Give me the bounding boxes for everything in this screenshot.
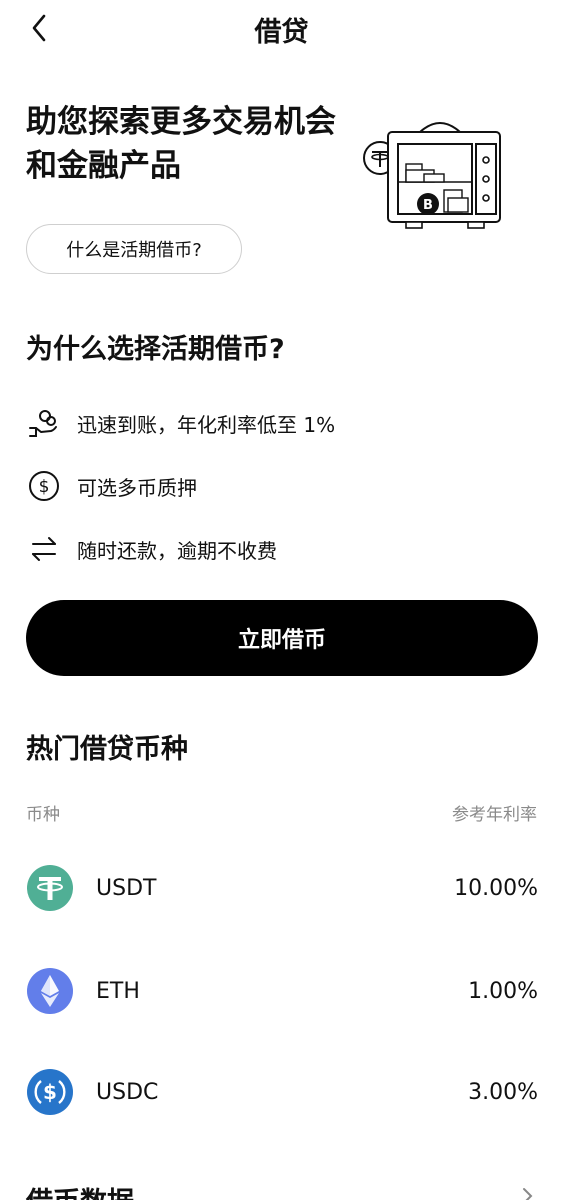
feature-text: 迅速到账，年化利率低至 1% — [77, 412, 336, 437]
column-header-coin: 币种 — [26, 805, 60, 825]
coins-hand-icon — [26, 405, 62, 441]
swap-arrows-icon — [26, 531, 62, 567]
svg-text:$: $ — [43, 1080, 57, 1104]
feature-item: 迅速到账，年化利率低至 1% — [26, 403, 335, 443]
coin-row-eth[interactable]: ETH 1.00% — [26, 966, 538, 1016]
coin-rate: 1.00% — [468, 978, 538, 1004]
what-is-flexible-loan-button[interactable]: 什么是活期借币? — [26, 224, 242, 274]
why-section-title: 为什么选择活期借币? — [26, 334, 285, 365]
popular-coins-title: 热门借贷币种 — [26, 734, 188, 765]
coin-rate: 3.00% — [468, 1079, 538, 1105]
eth-coin-icon — [27, 968, 73, 1014]
svg-text:B: B — [423, 198, 433, 213]
column-header-rate: 参考年利率 — [452, 805, 537, 825]
loan-data-title[interactable]: 借币数据 — [26, 1180, 134, 1200]
feature-text: 随时还款，逾期不收费 — [77, 538, 277, 563]
coin-row-usdt[interactable]: USDT 10.00% — [26, 863, 538, 913]
feature-item: $ 可选多币质押 — [26, 466, 197, 506]
hero-title-line1: 助您探索更多交易机会 — [26, 104, 336, 140]
coin-row-usdc[interactable]: $ USDC 3.00% — [26, 1067, 538, 1117]
borrow-now-button[interactable]: 立即借币 — [26, 600, 538, 676]
feature-text: 可选多币质押 — [77, 475, 197, 500]
svg-text:$: $ — [39, 477, 50, 497]
hero-title-line2: 和金融产品 — [26, 148, 181, 184]
coin-symbol: USDT — [96, 875, 157, 901]
page-title: 借贷 — [254, 17, 309, 48]
top-bar: 借贷 — [0, 0, 563, 56]
loan-page: 借贷 助您探索更多交易机会 和金融产品 B 什么是活期借币? 为什么选择活期借币… — [0, 0, 563, 1200]
coin-symbol: USDC — [96, 1079, 159, 1105]
chevron-right-icon[interactable] — [517, 1186, 537, 1200]
dollar-circle-icon: $ — [26, 468, 62, 504]
hero-title: 助您探索更多交易机会 和金融产品 — [26, 100, 356, 188]
feature-item: 随时还款，逾期不收费 — [26, 529, 277, 569]
coin-symbol: ETH — [96, 978, 140, 1004]
usdc-coin-icon: $ — [27, 1069, 73, 1115]
safe-illustration-icon: B — [363, 122, 501, 229]
usdt-coin-icon — [27, 865, 73, 911]
coin-rate: 10.00% — [454, 875, 538, 901]
